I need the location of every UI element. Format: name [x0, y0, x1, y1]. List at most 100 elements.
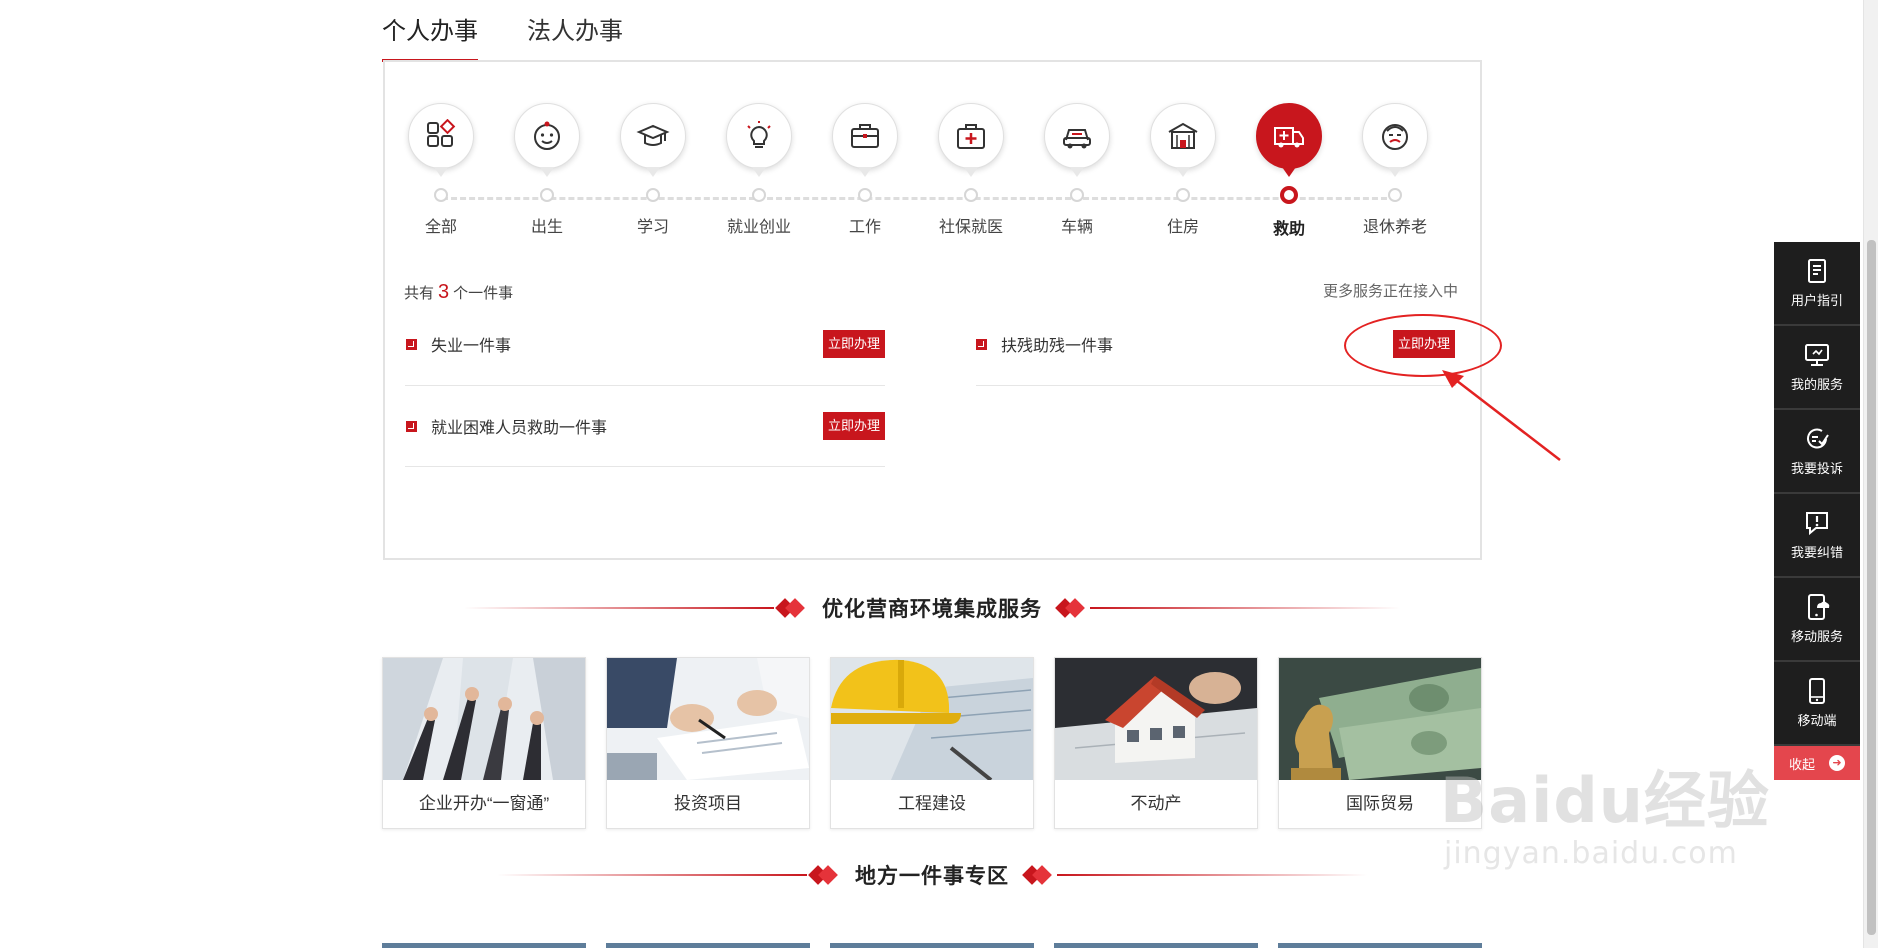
category-label: 全部 [424, 219, 457, 236]
hard-hat-blueprint-photo [831, 658, 1033, 780]
graduation-cap-icon [636, 124, 670, 146]
timeline-dot [752, 188, 766, 202]
service-item-hardship-aid: 就业困难人员救助一件事 立即办理 [406, 408, 885, 444]
apply-now-button[interactable]: 立即办理 [822, 330, 885, 358]
category-label: 工作 [848, 219, 881, 236]
baidu-watermark: Baidu经验 jingyan.baidu.com [1440, 750, 1770, 871]
heading-line [497, 874, 807, 876]
arrow-right-icon: ➜ [1829, 755, 1845, 771]
sidebar-user-guide[interactable]: 用户指引 [1774, 242, 1860, 326]
timeline-dot [1176, 188, 1190, 202]
timeline-dot [1070, 188, 1084, 202]
section-heading-business: 优化营商环境集成服务 [382, 593, 1482, 623]
raised-fists-photo [383, 658, 585, 780]
sidebar-my-services[interactable]: 我的服务 [1774, 326, 1860, 410]
sidebar-error-report[interactable]: 我要纠错 [1774, 494, 1860, 578]
category-pin [1362, 103, 1428, 177]
sidebar-collapse-button[interactable]: 收起 ➜ [1774, 746, 1860, 780]
category-label: 就业创业 [726, 219, 791, 236]
sidebar-label: 移动服务 [1790, 628, 1843, 644]
watermark-url: jingyan.baidu.com [1444, 836, 1738, 871]
card-peek [382, 943, 586, 948]
sidebar-complaint[interactable]: 我要投诉 [1774, 410, 1860, 494]
category-label: 救助 [1272, 221, 1305, 238]
category-label: 退休养老 [1362, 219, 1427, 236]
heading-line [464, 607, 774, 609]
card-enterprise-setup[interactable]: 企业开办“一窗通” [382, 657, 586, 829]
sidebar-mobile-app[interactable]: 移动端 [1774, 662, 1860, 746]
card-caption: 企业开办“一窗通” [418, 794, 550, 813]
category-pin [408, 103, 474, 177]
card-peek [1278, 943, 1482, 948]
category-pin [726, 103, 792, 177]
category-pin [938, 103, 1004, 177]
timeline-dot [540, 188, 554, 202]
category-study[interactable]: 学习 [600, 103, 706, 237]
timeline-dot [964, 188, 978, 202]
category-pin [1044, 103, 1110, 177]
category-label: 出生 [530, 219, 563, 236]
card-investment-project[interactable]: 投资项目 [606, 657, 810, 829]
service-item-unemployment: 失业一件事 立即办理 [406, 326, 885, 362]
count-number: 3 [438, 281, 450, 303]
house-icon [1168, 122, 1198, 149]
ambulance-icon [1274, 127, 1304, 148]
service-count: 共有 3 个一件事 [404, 281, 513, 304]
category-pin [620, 103, 686, 177]
count-prefix: 共有 [404, 285, 435, 302]
sidebar-mobile-service[interactable]: 移动服务 [1774, 578, 1860, 662]
baby-face-icon [534, 121, 560, 150]
service-tabs: 个人办事 法人办事 [382, 18, 672, 62]
divider [405, 466, 885, 467]
heading-line [1057, 874, 1367, 876]
medical-kit-icon [957, 124, 985, 149]
briefcase-icon [851, 124, 879, 148]
section-title: 优化营商环境集成服务 [822, 596, 1042, 621]
card-caption: 不动产 [1130, 794, 1182, 813]
tab-legal-entity[interactable]: 法人办事 [527, 18, 623, 62]
page-scrollbar[interactable] [1863, 0, 1878, 948]
business-service-cards: 企业开办“一窗通” 投资项目 工程建设 不动产 国际贸易 [382, 657, 1502, 829]
error-report-icon [1806, 511, 1828, 535]
category-work[interactable]: 工作 [812, 103, 918, 237]
floating-sidebar: 用户指引 我的服务 我要投诉 我要纠错 移动服务 移动端 收起 ➜ [1774, 242, 1860, 780]
diamond-icon [775, 597, 806, 619]
card-engineering-construction[interactable]: 工程建设 [830, 657, 1034, 829]
category-pin [514, 103, 580, 177]
complaint-icon [1807, 428, 1829, 448]
apply-now-button[interactable]: 立即办理 [822, 412, 885, 440]
card-caption: 投资项目 [674, 794, 742, 813]
category-vehicle[interactable]: 车辆 [1024, 103, 1130, 237]
category-housing[interactable]: 住房 [1130, 103, 1236, 237]
arrow-bullet-icon [406, 420, 417, 432]
diamond-icon [1022, 864, 1053, 886]
elder-face-icon [1382, 124, 1408, 150]
watermark-brand: Baidu经验 [1440, 764, 1770, 837]
category-assistance[interactable]: 救助 [1236, 103, 1342, 239]
category-employment[interactable]: 就业创业 [706, 103, 812, 237]
timeline-dot [858, 188, 872, 202]
local-cards-peek [382, 943, 1482, 948]
monitor-icon [1805, 343, 1829, 366]
diamond-icon [1055, 597, 1086, 619]
category-social-security[interactable]: 社保就医 [918, 103, 1024, 237]
collapse-label: 收起 [1788, 756, 1815, 772]
service-name[interactable]: 就业困难人员救助一件事 [431, 414, 823, 438]
category-pin [832, 103, 898, 177]
category-retirement[interactable]: 退休养老 [1342, 103, 1448, 237]
divider [976, 385, 1456, 386]
category-all[interactable]: 全部 [388, 103, 494, 237]
mobile-cloud-icon [1808, 593, 1830, 620]
service-name[interactable]: 失业一件事 [431, 332, 823, 356]
service-name[interactable]: 扶残助残一件事 [1001, 332, 1393, 356]
tab-personal[interactable]: 个人办事 [382, 18, 478, 62]
divider [405, 385, 885, 386]
card-real-estate[interactable]: 不动产 [1054, 657, 1258, 829]
annotation-arrow-icon [1442, 370, 1561, 461]
scrollbar-thumb[interactable] [1867, 240, 1876, 935]
category-birth[interactable]: 出生 [494, 103, 600, 237]
category-pin [1256, 103, 1322, 177]
lightbulb-icon [747, 121, 771, 148]
sidebar-label: 我要投诉 [1790, 460, 1843, 476]
category-pin [1150, 103, 1216, 177]
